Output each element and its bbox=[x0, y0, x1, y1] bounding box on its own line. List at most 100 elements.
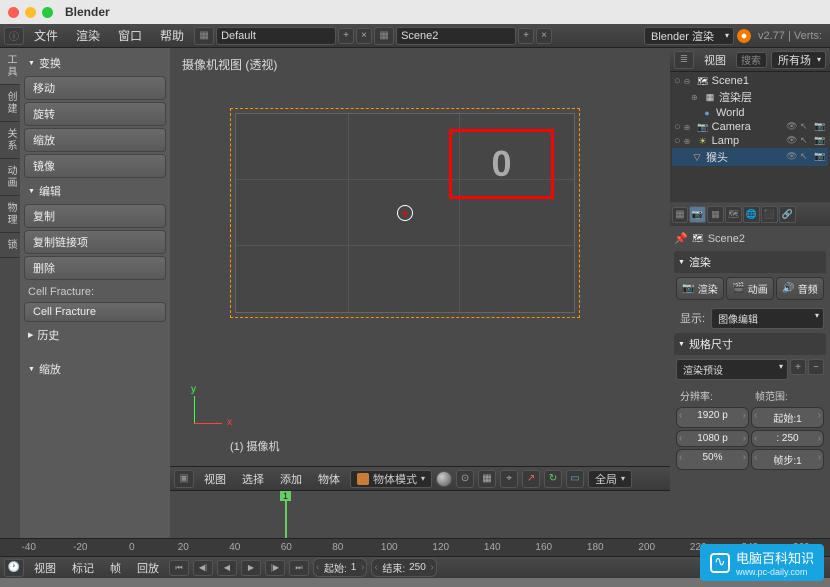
outliner-row-renderlayers[interactable]: ⊕ ▦ 渲染层 bbox=[672, 88, 828, 106]
duplicate-button[interactable]: 复制 bbox=[24, 204, 166, 228]
visibility-icon[interactable]: 👁 bbox=[786, 151, 798, 163]
timeline-canvas[interactable] bbox=[170, 491, 670, 538]
ptab-world[interactable]: 🌐 bbox=[743, 206, 760, 223]
tl-menu-frame[interactable]: 帧 bbox=[104, 558, 127, 578]
translate-button[interactable]: 移动 bbox=[24, 76, 166, 100]
viewport-editor-type-icon[interactable]: ▣ bbox=[174, 470, 194, 488]
vp-menu-add[interactable]: 添加 bbox=[274, 469, 308, 489]
frame-step-field[interactable]: 帧步:1 bbox=[751, 449, 824, 470]
layout-name-input[interactable] bbox=[221, 30, 301, 42]
renderable-icon[interactable]: 📷 bbox=[814, 121, 826, 133]
jump-start-button[interactable]: ⏮ bbox=[169, 560, 189, 576]
tab-animation[interactable]: 动画 bbox=[0, 159, 20, 196]
cell-fracture-button[interactable]: Cell Fracture bbox=[24, 302, 166, 322]
render-panel-header[interactable]: 渲染 bbox=[674, 251, 826, 273]
history-panel-header[interactable]: 历史 bbox=[24, 324, 166, 346]
duplicate-linked-button[interactable]: 复制链接项 bbox=[24, 230, 166, 254]
scene-browse-icon[interactable]: ▦ bbox=[374, 27, 394, 45]
pin-icon[interactable]: 📌 bbox=[674, 232, 688, 245]
resolution-percent-field[interactable]: 50% bbox=[676, 449, 749, 470]
pivot-point-icon[interactable]: ⊙ bbox=[456, 470, 474, 488]
transform-panel-header[interactable]: 变换 bbox=[24, 52, 166, 74]
visibility-icon[interactable]: 👁 bbox=[786, 135, 798, 147]
vp-menu-select[interactable]: 选择 bbox=[236, 469, 270, 489]
edit-panel-header[interactable]: 编辑 bbox=[24, 180, 166, 202]
visibility-icon[interactable]: 👁 bbox=[786, 121, 798, 133]
dimensions-panel-header[interactable]: 规格尺寸 bbox=[674, 333, 826, 355]
maximize-window-dot[interactable] bbox=[42, 7, 53, 18]
outliner-view-menu[interactable]: 视图 bbox=[698, 50, 732, 70]
scene-add-button[interactable]: + bbox=[518, 28, 534, 44]
expand-icon[interactable]: ⊕ bbox=[684, 137, 694, 146]
end-frame-field[interactable]: 结束: 250 bbox=[371, 558, 436, 577]
delete-button[interactable]: 删除 bbox=[24, 256, 166, 280]
selectable-icon[interactable]: ↖ bbox=[800, 135, 812, 147]
selectable-icon[interactable]: ↖ bbox=[800, 121, 812, 133]
tab-relations[interactable]: 关系 bbox=[0, 122, 20, 159]
play-button[interactable]: ▶ bbox=[241, 560, 261, 576]
preset-remove-button[interactable]: − bbox=[808, 359, 824, 375]
frame-start-field[interactable]: 起始:1 bbox=[751, 407, 824, 428]
3d-viewport[interactable]: 摄像机视图 (透视) 0 (1) 摄像机 bbox=[170, 48, 670, 466]
layout-remove-button[interactable]: × bbox=[356, 28, 372, 44]
ptab-render[interactable]: 📷 bbox=[689, 206, 706, 223]
preset-add-button[interactable]: + bbox=[790, 359, 806, 375]
ptab-scene[interactable]: 🗺 bbox=[725, 206, 742, 223]
layout-add-button[interactable]: + bbox=[338, 28, 354, 44]
outliner-display-mode[interactable]: 所有场 bbox=[771, 51, 826, 69]
render-engine-selector[interactable]: Blender 渲染 bbox=[644, 27, 734, 45]
outliner-row-camera[interactable]: ○ ⊕ 📷 Camera 👁 ↖ 📷 bbox=[672, 120, 828, 134]
operator-scale-header[interactable]: 缩放 bbox=[24, 358, 166, 380]
play-reverse-button[interactable]: ◀ bbox=[217, 560, 237, 576]
properties-editor-type-icon[interactable]: ▦ bbox=[672, 207, 688, 223]
tab-create[interactable]: 创建 bbox=[0, 85, 20, 122]
outliner-row-monkey[interactable]: ▽ 猴头 👁 ↖ 📷 bbox=[672, 148, 828, 166]
outliner-tree[interactable]: ○ ⊖ 🗺 Scene1 ⊕ ▦ 渲染层 ● World ○ ⊕ 📷 Camer… bbox=[670, 72, 830, 202]
manipulator-toggle-icon[interactable]: ⌖ bbox=[500, 470, 518, 488]
tl-menu-playback[interactable]: 回放 bbox=[131, 558, 165, 578]
outliner-row-world[interactable]: ● World bbox=[672, 106, 828, 120]
menu-file[interactable]: 文件 bbox=[26, 25, 66, 46]
viewport-shading-icon[interactable] bbox=[436, 471, 452, 487]
layers-icon[interactable]: ▦ bbox=[478, 470, 496, 488]
tl-menu-view[interactable]: 视图 bbox=[28, 558, 62, 578]
frame-end-field[interactable]: : 250 bbox=[751, 430, 824, 447]
renderable-icon[interactable]: 📷 bbox=[814, 151, 826, 163]
vp-menu-view[interactable]: 视图 bbox=[198, 469, 232, 489]
ptab-object[interactable]: ⬛ bbox=[761, 206, 778, 223]
layout-browse-icon[interactable]: ▦ bbox=[194, 27, 214, 45]
scale-button[interactable]: 缩放 bbox=[24, 128, 166, 152]
scene-selector[interactable] bbox=[396, 27, 516, 45]
transform-orientation-selector[interactable]: 全局 ▾ bbox=[588, 470, 632, 488]
manipulator-rotate-icon[interactable]: ↻ bbox=[544, 470, 562, 488]
timeline-playhead[interactable] bbox=[285, 491, 287, 538]
minimize-window-dot[interactable] bbox=[25, 7, 36, 18]
render-audio-button[interactable]: 🔊音频 bbox=[776, 277, 824, 300]
menu-window[interactable]: 窗口 bbox=[110, 25, 150, 46]
editor-type-icon[interactable]: ⓘ bbox=[4, 27, 24, 45]
render-animation-button[interactable]: 🎬动画 bbox=[726, 277, 774, 300]
ptab-constraints[interactable]: 🔗 bbox=[779, 206, 796, 223]
tab-lock[interactable]: 锁 bbox=[0, 233, 20, 258]
outliner-row-lamp[interactable]: ○ ⊕ ☀ Lamp 👁 ↖ 📷 bbox=[672, 134, 828, 148]
start-frame-field[interactable]: 起始: 1 bbox=[313, 558, 367, 577]
expand-icon[interactable]: ⊕ bbox=[684, 123, 694, 132]
render-preset-selector[interactable]: 渲染预设 bbox=[676, 359, 788, 380]
manipulator-scale-icon[interactable]: ▭ bbox=[566, 470, 584, 488]
display-mode-selector[interactable]: 图像编辑 bbox=[711, 308, 824, 329]
timeline-editor[interactable] bbox=[170, 490, 670, 538]
close-window-dot[interactable] bbox=[8, 7, 19, 18]
rotate-button[interactable]: 旋转 bbox=[24, 102, 166, 126]
scene-remove-button[interactable]: × bbox=[536, 28, 552, 44]
object-mode-selector[interactable]: 物体模式 ▾ bbox=[350, 470, 432, 488]
render-image-button[interactable]: 📷渲染 bbox=[676, 277, 724, 300]
resolution-y-field[interactable]: 1080 p bbox=[676, 430, 749, 447]
menu-help[interactable]: 帮助 bbox=[152, 25, 192, 46]
ptab-renderlayers[interactable]: ▦ bbox=[707, 206, 724, 223]
manipulator-translate-icon[interactable]: ↗ bbox=[522, 470, 540, 488]
expand-icon[interactable]: ⊖ bbox=[684, 77, 694, 86]
outliner-row-scene[interactable]: ○ ⊖ 🗺 Scene1 bbox=[672, 74, 828, 88]
resolution-x-field[interactable]: 1920 p bbox=[676, 407, 749, 428]
mirror-button[interactable]: 镜像 bbox=[24, 154, 166, 178]
tab-tools[interactable]: 工具 bbox=[0, 48, 20, 85]
